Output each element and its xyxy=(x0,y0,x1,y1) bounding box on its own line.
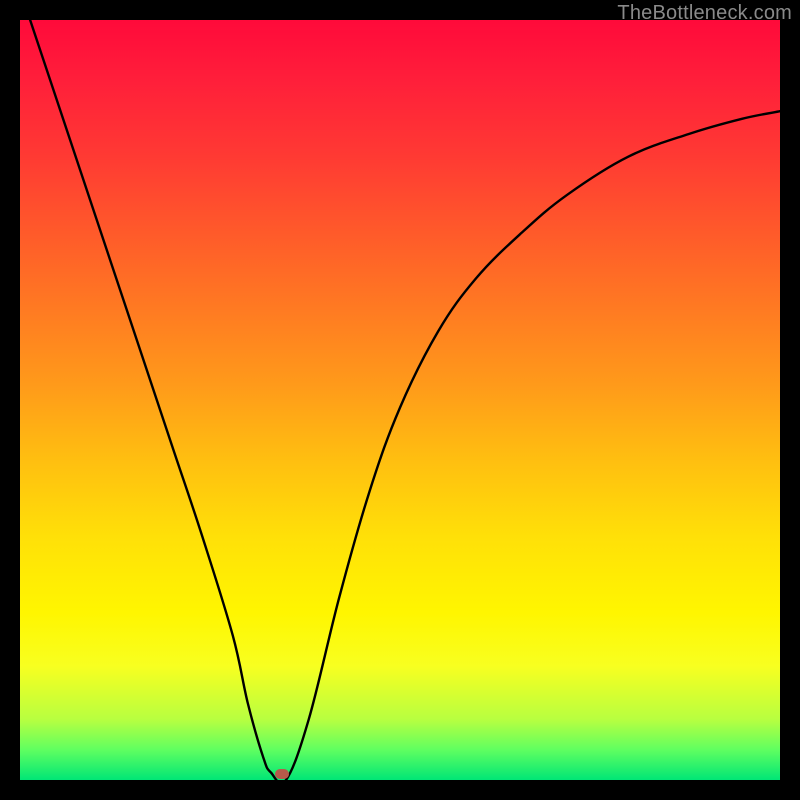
plot-area xyxy=(20,20,780,780)
bottleneck-curve xyxy=(20,0,780,783)
chart-frame: TheBottleneck.com xyxy=(0,0,800,800)
optimal-marker xyxy=(275,769,289,779)
watermark-text: TheBottleneck.com xyxy=(617,2,792,25)
curve-svg xyxy=(20,20,780,780)
